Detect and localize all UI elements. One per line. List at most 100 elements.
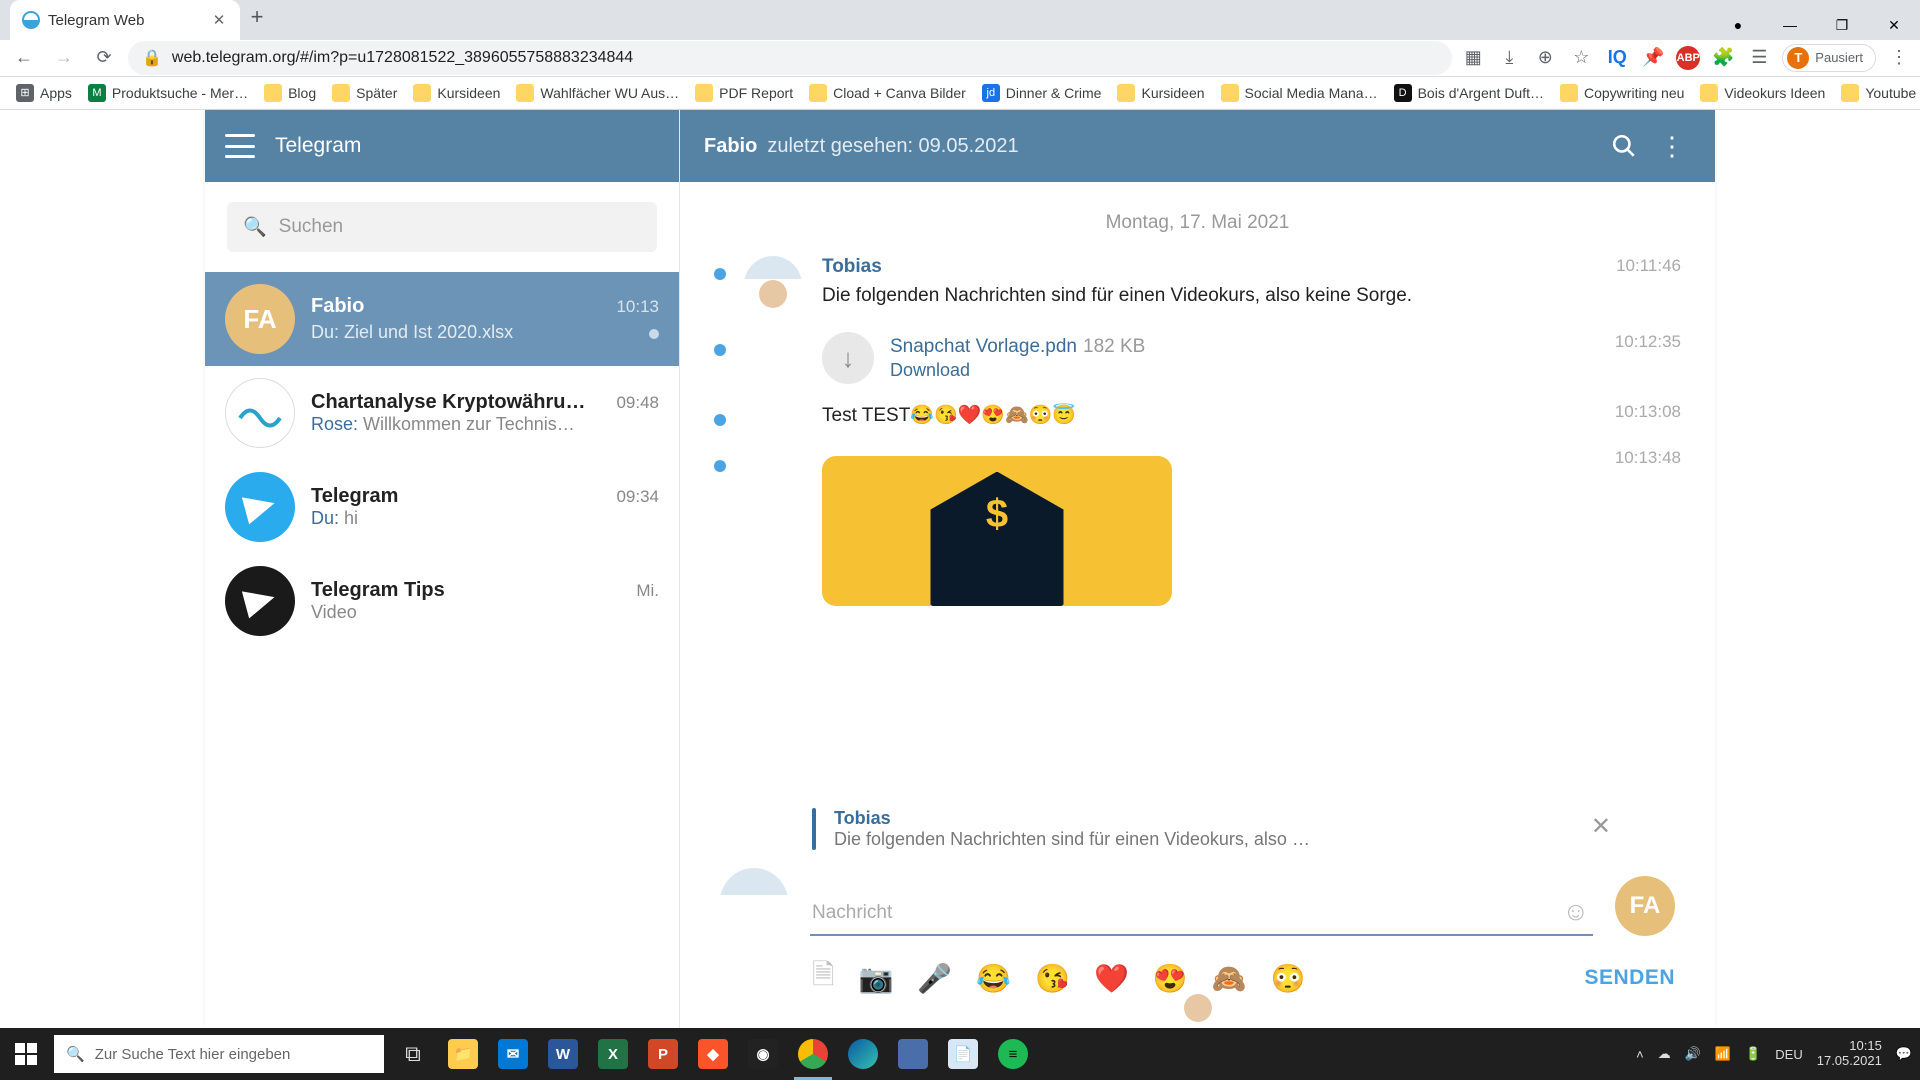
taskbar-app-edge[interactable] [838,1028,888,1080]
nav-reload-button[interactable]: ⟳ [88,42,120,74]
tray-chevron-icon[interactable]: ˄ [1636,1047,1644,1062]
taskbar-app-powerpoint[interactable]: P [638,1028,688,1080]
voice-message-icon[interactable]: 🎤 [917,962,952,995]
bookmark-item[interactable]: Später [326,80,403,106]
window-minimize-button[interactable]: ― [1764,10,1816,40]
bookmark-item[interactable]: Copywriting neu [1554,80,1690,106]
chat-menu-icon[interactable]: ⋮ [1653,125,1691,168]
window-close-button[interactable]: ✕ [1868,10,1920,40]
bookmark-item[interactable]: jdDinner & Crime [976,80,1108,106]
recipient-avatar[interactable]: FA [1615,876,1675,936]
quick-emoji[interactable]: 😳 [1271,962,1306,995]
chat-item-tips[interactable]: Telegram Tips Mi. Video [205,554,679,648]
image-attachment[interactable]: $ FM [822,456,1172,606]
quick-emoji[interactable]: ❤️ [1094,962,1129,995]
avatar [225,472,295,542]
send-button[interactable]: SENDEN [1584,966,1675,990]
bookmark-item[interactable]: Social Media Mana… [1215,80,1384,106]
quick-emoji[interactable]: 😂 [976,962,1011,995]
taskbar-app-excel[interactable]: X [588,1028,638,1080]
bookmark-item[interactable]: DBois d'Argent Duft… [1388,80,1550,106]
window-restore-button[interactable]: ❐ [1816,10,1868,40]
bookmark-item[interactable]: Kursideen [1111,80,1210,106]
tray-volume-icon[interactable]: 🔊 [1685,1046,1701,1062]
chat-name: Fabio [311,295,364,318]
emoji-picker-icon[interactable]: ☺ [1562,896,1589,927]
address-bar[interactable]: 🔒 web.telegram.org/#/im?p=u1728081522_38… [128,41,1452,75]
file-attachment[interactable]: ↓ Snapchat Vorlage.pdn182 KB Download [822,332,1555,384]
pin-extension-icon[interactable]: 📌 [1640,45,1666,71]
bookmark-item[interactable]: MProduktsuche - Mer… [82,80,254,106]
attach-photo-icon[interactable]: 📷 [859,962,894,995]
chat-item-fabio[interactable]: FA Fabio 10:13 Du: Ziel und Ist 2020.xls… [205,272,679,366]
date-separator: Montag, 17. Mai 2021 [714,212,1681,234]
taskbar-app-spotify[interactable]: ≡ [988,1028,1038,1080]
taskbar-search[interactable]: 🔍 Zur Suche Text hier eingeben [54,1035,384,1073]
bookmark-item[interactable]: Cload + Canva Bilder [803,80,972,106]
nav-forward-button[interactable]: → [48,42,80,74]
tab-close-icon[interactable]: ✕ [210,11,228,29]
taskbar-app-generic[interactable] [888,1028,938,1080]
profile-chip[interactable]: T Pausiert [1782,44,1876,72]
nav-back-button[interactable]: ← [8,42,40,74]
download-icon[interactable]: ↓ [822,332,874,384]
search-icon: 🔍 [66,1045,85,1063]
extensions-icon[interactable]: 🧩 [1710,45,1736,71]
message-input[interactable] [810,894,1593,936]
bookmark-star-icon[interactable]: ☆ [1568,45,1594,71]
message-sender[interactable]: Tobias [822,256,1556,278]
new-tab-button[interactable]: + [248,4,266,40]
reading-list-icon[interactable]: ☰ [1746,45,1772,71]
taskbar-app-mail[interactable]: ✉ [488,1028,538,1080]
iq-extension-icon[interactable]: IQ [1604,45,1630,71]
taskbar-app-explorer[interactable]: 📁 [438,1028,488,1080]
taskbar-app-word[interactable]: W [538,1028,588,1080]
translate-icon[interactable]: ▦ [1460,45,1486,71]
menu-button[interactable] [225,134,255,158]
tray-battery-icon[interactable]: 🔋 [1745,1046,1761,1062]
bookmark-item[interactable]: Wahlfächer WU Aus… [510,80,685,106]
avatar: FA [225,284,295,354]
tray-onedrive-icon[interactable]: ☁ [1658,1046,1671,1062]
bookmark-item[interactable]: Videokurs Ideen [1694,80,1831,106]
bookmark-item[interactable]: Youtube WICHTIG [1835,80,1920,106]
taskbar-app-brave[interactable]: ◆ [688,1028,738,1080]
lock-icon: 🔒 [142,48,162,68]
tray-wifi-icon[interactable]: 📶 [1715,1046,1731,1062]
download-link[interactable]: Download [890,360,1145,381]
taskbar-app-notepad[interactable]: 📄 [938,1028,988,1080]
reply-preview[interactable]: Tobias Die folgenden Nachrichten sind fü… [834,808,1569,850]
taskbar-app-chrome[interactable] [788,1028,838,1080]
bookmark-apps[interactable]: ⊞Apps [10,80,78,106]
message-time: 10:13:48 [1575,448,1681,606]
bookmark-item[interactable]: Blog [258,80,322,106]
taskbar-app-obs[interactable]: ◉ [738,1028,788,1080]
sender-avatar[interactable] [744,256,802,314]
chat-item-telegram[interactable]: Telegram 09:34 Du: hi [205,460,679,554]
cancel-reply-button[interactable]: ✕ [1587,808,1615,845]
message-text: Die folgenden Nachrichten sind für einen… [822,282,1442,310]
browser-tab[interactable]: Telegram Web ✕ [10,0,240,40]
start-button[interactable] [0,1028,52,1080]
chat-item-chartanalyse[interactable]: Chartanalyse Kryptowähru… 09:48 Rose: Wi… [205,366,679,460]
quick-emoji[interactable]: 😍 [1153,962,1188,995]
chrome-menu-icon[interactable]: ⋮ [1886,45,1912,71]
bookmark-item[interactable]: PDF Report [689,80,799,106]
tray-language[interactable]: DEU [1775,1047,1802,1062]
install-app-icon[interactable]: ⤓ [1496,45,1522,71]
quick-emoji[interactable]: 🙈 [1212,962,1247,995]
conversation-title[interactable]: Fabio [704,135,757,158]
quick-emoji[interactable]: 😘 [1035,962,1070,995]
zoom-icon[interactable]: ⊕ [1532,45,1558,71]
task-view-button[interactable]: ⧉ [388,1028,438,1080]
self-avatar[interactable] [720,868,788,936]
tray-clock[interactable]: 10:15 17.05.2021 [1817,1039,1882,1069]
tray-notifications-icon[interactable]: 💬 [1896,1046,1912,1062]
abp-extension-icon[interactable]: ABP [1676,46,1700,70]
bookmark-item[interactable]: Kursideen [407,80,506,106]
account-dot-icon[interactable]: ● [1712,10,1764,40]
message-time: 10:12:35 [1575,332,1681,384]
search-in-chat-icon[interactable] [1605,127,1643,165]
search-input[interactable]: 🔍 Suchen [227,202,657,252]
attach-file-icon[interactable]: 🗎 [812,954,835,1002]
